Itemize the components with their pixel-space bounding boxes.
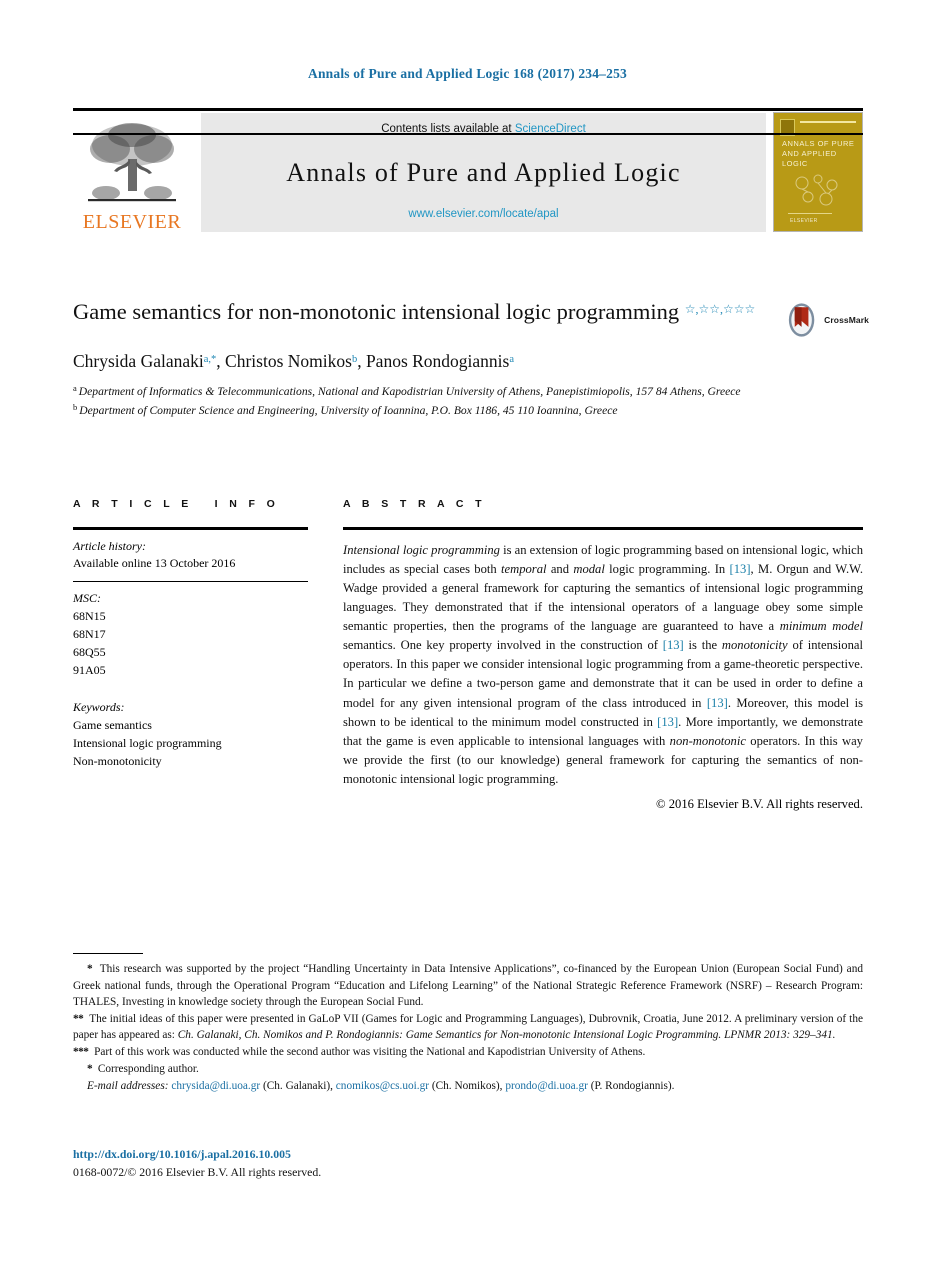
article-info-heading: A R T I C L E I N F O (73, 498, 280, 510)
title-footnote-marks[interactable]: ☆,☆☆,☆☆☆ (685, 302, 756, 316)
email-link[interactable]: prondo@di.uoa.gr (505, 1080, 588, 1092)
author-name: Chrysida Galanaki (73, 350, 204, 371)
abstract-heading: A B S T R A C T (343, 498, 486, 510)
article-history-value: Available online 13 October 2016 (73, 555, 236, 570)
affiliation-item: b Department of Computer Science and Engi… (73, 401, 773, 420)
email-addresses-line: E-mail addresses: chrysida@di.uoa.gr (Ch… (87, 1080, 675, 1093)
keywords-block: Keywords: Game semantics Intensional log… (73, 679, 308, 770)
msc-code: 68N15 (73, 609, 106, 624)
keyword-item: Intensional logic programming (73, 736, 222, 751)
affiliation-text: Department of Informatics & Telecommunic… (78, 384, 741, 398)
page-title: Game semantics for non-monotonic intensi… (73, 296, 773, 328)
footnote-mark: * (87, 1063, 93, 1076)
author-name: Panos Rondogiannis (365, 350, 510, 371)
article-info-column: A R T I C L E I N F O Article history: A… (73, 498, 308, 770)
keywords-label: Keywords: (73, 700, 125, 715)
author-name: Christos Nomikos (225, 350, 352, 371)
elsevier-wordmark: ELSEVIER (82, 211, 182, 233)
author-entry: Panos Rondogiannisa (366, 351, 514, 371)
footnote-text: This research was supported by the proje… (73, 963, 863, 1008)
footnote-mark: *** (73, 1046, 89, 1059)
issn-copyright-line: 0168-0072/© 2016 Elsevier B.V. All right… (73, 1164, 322, 1179)
journal-homepage-link[interactable]: www.elsevier.com/locate/apal (408, 208, 558, 220)
footnote-item: * Corresponding author. (73, 1061, 863, 1077)
running-head: Annals of Pure and Applied Logic 168 (20… (308, 66, 627, 81)
elsevier-logo[interactable]: ELSEVIER (73, 113, 191, 232)
cover-publisher-mark: ELSEVIER (790, 218, 818, 224)
journal-title: Annals of Pure and Applied Logic (286, 157, 681, 187)
footnote-item: * This research was supported by the pro… (73, 961, 863, 1009)
masthead-bottom-rule (73, 133, 863, 135)
abstract-text: Intensional logic programming is an exte… (343, 542, 864, 787)
email-link[interactable]: chrysida@di.uoa.gr (171, 1080, 260, 1092)
footnote-mark: ** (73, 1012, 84, 1025)
email-owner: (P. Rondogiannis). (590, 1080, 675, 1093)
paper-page: Annals of Pure and Applied Logic 168 (20… (0, 0, 935, 1266)
footnotes-divider-rule (73, 953, 143, 955)
article-history-block: Article history: Available online 13 Oct… (73, 530, 308, 573)
crossmark-label: CrossMark (824, 315, 869, 325)
footnote-text: Part of this work was conducted while th… (94, 1046, 646, 1059)
affiliation-mark: a (73, 382, 77, 393)
cover-top-rule (800, 121, 856, 123)
author-affil-marks[interactable]: a,* (204, 354, 217, 365)
footnote-mark: * (87, 963, 93, 976)
journal-masthead: ELSEVIER Contents lists available at Sci… (73, 108, 863, 232)
email-owner: (Ch. Nomikos) (431, 1080, 500, 1093)
email-label: E-mail addresses: (87, 1080, 169, 1093)
msc-code: 68N17 (73, 627, 106, 642)
footnote-item: ** The initial ideas of this paper were … (73, 1011, 863, 1043)
paper-title-text: Game semantics for non-monotonic intensi… (73, 299, 680, 324)
doi-link[interactable]: http://dx.doi.org/10.1016/j.apal.2016.10… (73, 1146, 573, 1164)
keyword-item: Game semantics (73, 718, 152, 733)
msc-label: MSC: (73, 591, 101, 606)
abstract-column: A B S T R A C T Intensional logic progra… (343, 498, 863, 812)
email-link[interactable]: cnomikos@cs.uoi.gr (336, 1080, 429, 1092)
msc-block: MSC: 68N15 68N17 68Q55 91A05 (73, 582, 308, 679)
abstract-copyright: © 2016 Elsevier B.V. All rights reserved… (656, 797, 863, 812)
title-block: Game semantics for non-monotonic intensi… (73, 296, 773, 420)
keyword-item: Non-monotonicity (73, 754, 162, 769)
doi-block: http://dx.doi.org/10.1016/j.apal.2016.10… (73, 1146, 573, 1181)
article-history-label: Article history: (73, 538, 146, 553)
cover-journal-title: Annals of Pure and Applied Logic (782, 139, 855, 169)
footnote-text: Corresponding author. (97, 1063, 199, 1076)
cover-bottom-rule (788, 213, 832, 214)
cover-artwork-icon (795, 174, 838, 206)
affiliation-list: a Department of Informatics & Telecommuni… (73, 382, 773, 420)
author-list: Chrysida Galanakia,*, Christos Nomikosb,… (73, 350, 515, 371)
crossmark-logo-icon (788, 303, 815, 337)
footnote-item: *** Part of this work was conducted whil… (73, 1044, 863, 1060)
contents-banner: Contents lists available at ScienceDirec… (201, 113, 766, 232)
msc-code: 68Q55 (73, 645, 106, 660)
email-owner: (Ch. Galanaki) (262, 1080, 331, 1093)
author-entry: Chrysida Galanakia,* (73, 351, 216, 371)
author-entry: Christos Nomikosb (225, 351, 357, 371)
footnotes-block: * This research was supported by the pro… (73, 953, 863, 1096)
msc-code: 91A05 (73, 663, 106, 678)
affiliation-text: Department of Computer Science and Engin… (79, 403, 618, 417)
author-affil-marks[interactable]: b (352, 354, 357, 365)
author-affil-marks[interactable]: a (509, 354, 514, 365)
affiliation-item: a Department of Informatics & Telecommuni… (73, 382, 773, 401)
affiliation-mark: b (73, 401, 78, 412)
crossmark-badge[interactable]: CrossMark (783, 300, 869, 340)
footnotes-list: * This research was supported by the pro… (73, 961, 863, 1094)
footnote-text: The initial ideas of this paper were pre… (73, 1012, 863, 1041)
journal-cover-thumbnail[interactable]: Annals of Pure and Applied Logic ELSEVIE… (773, 112, 863, 232)
